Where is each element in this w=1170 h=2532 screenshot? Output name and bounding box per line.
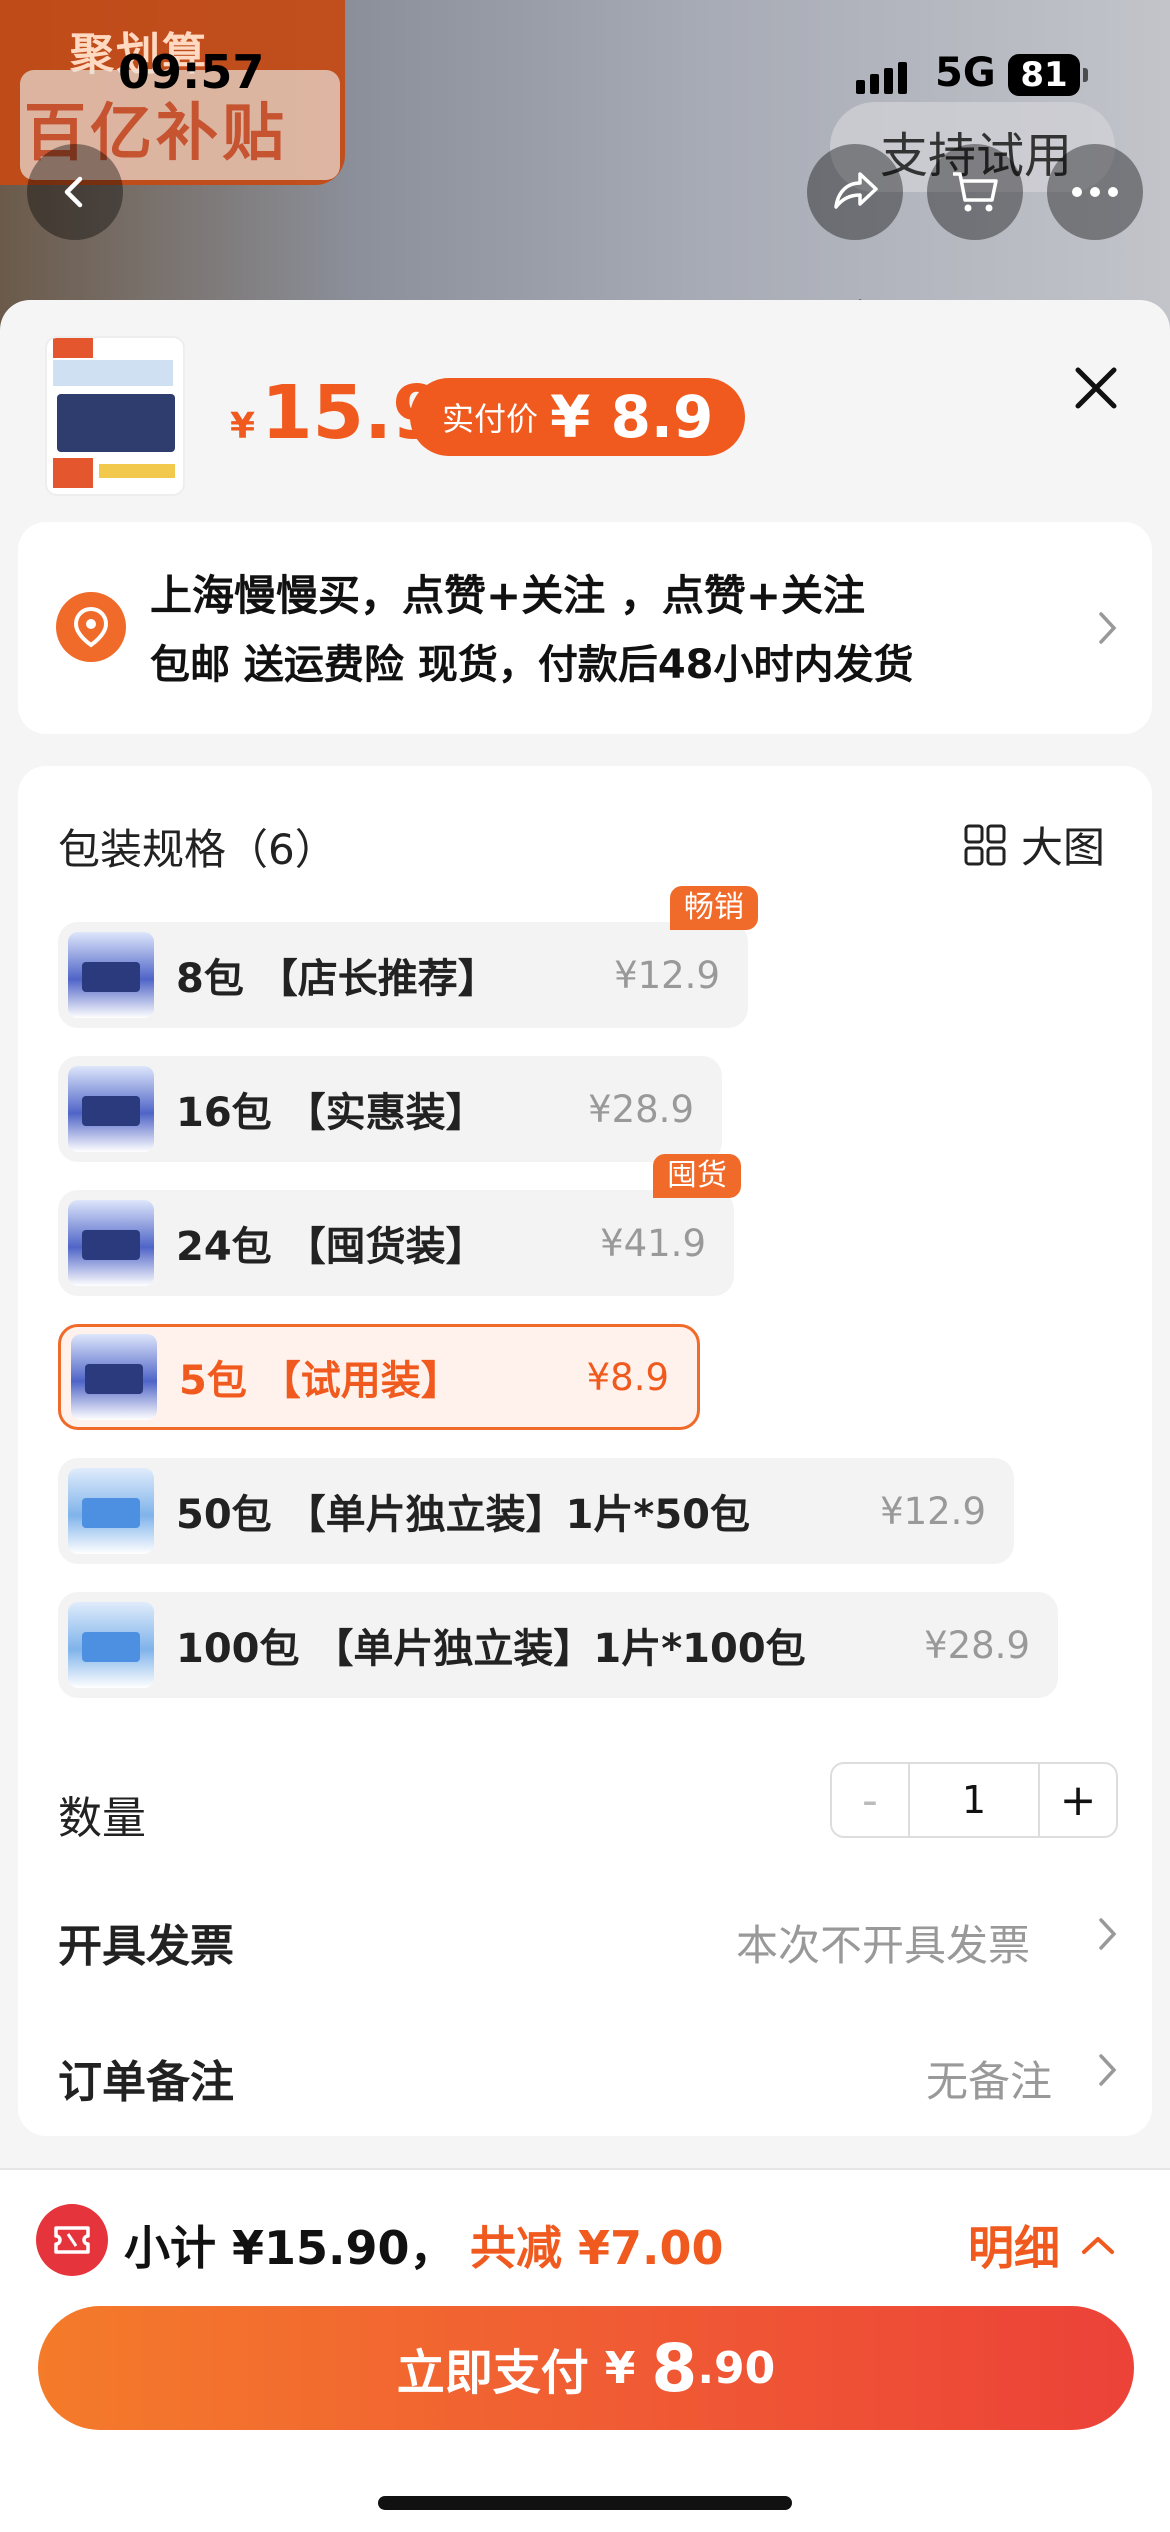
actual-price-label: 实付价: [442, 400, 539, 438]
close-icon[interactable]: [1068, 360, 1124, 416]
big-image-label: 大图: [1021, 823, 1106, 872]
invoice-value[interactable]: 本次不开具发票: [736, 1912, 1030, 1973]
spec-option-thumbnail: [68, 1066, 154, 1152]
spec-option-price: ¥28.9: [924, 1623, 1030, 1667]
remark-label: 订单备注: [58, 2057, 234, 2108]
cart-icon: [953, 172, 998, 212]
spec-option-price: ¥41.9: [600, 1221, 706, 1265]
share-button[interactable]: [807, 144, 903, 240]
spec-option[interactable]: 24包 【囤货装】 ¥41.9: [58, 1190, 734, 1296]
spec-option-selected[interactable]: 5包 【试用装】 ¥8.9: [58, 1324, 700, 1430]
spec-option-name: 50包 【单片独立装】1片*50包: [176, 1492, 751, 1538]
spec-option-thumbnail: [68, 1602, 154, 1688]
spec-option-name: 16包 【实惠装】: [176, 1090, 486, 1136]
chevron-left-icon: [64, 176, 83, 208]
spec-option-price: ¥28.9: [588, 1087, 694, 1131]
spec-option-price: ¥8.9: [586, 1355, 669, 1399]
chevron-right-icon: [1099, 612, 1117, 644]
location-pin-icon: [56, 592, 126, 662]
price-currency: ¥: [230, 406, 256, 447]
detail-label: 明细: [968, 2221, 1060, 2275]
spec-option-thumbnail: [68, 932, 154, 1018]
more-dots-icon: [1072, 187, 1118, 197]
quantity-label: 数量: [58, 1793, 146, 1844]
spec-option-price: ¥12.9: [614, 953, 720, 997]
chevron-right-icon[interactable]: [1096, 1914, 1120, 1954]
product-thumbnail[interactable]: [45, 336, 185, 496]
grid-icon: [964, 824, 1006, 865]
cart-button[interactable]: [927, 144, 1023, 240]
status-bar: 09:57 5G 81: [0, 0, 1170, 150]
spec-title: 包装规格（6）: [58, 825, 337, 874]
quantity-minus-button[interactable]: -: [832, 1764, 908, 1836]
detail-button[interactable]: 明细: [968, 2212, 1116, 2278]
pay-currency: ¥: [604, 2342, 636, 2394]
quantity-plus-button[interactable]: +: [1040, 1764, 1116, 1836]
big-image-button[interactable]: 大图: [963, 814, 1105, 875]
spec-option-name: 24包 【囤货装】: [176, 1224, 486, 1270]
chevron-right-icon[interactable]: [1096, 2050, 1120, 2090]
checkout-bar: 小计 ¥15.90， 共减 ¥7.00 明细 立即支付 ¥ 8 .90: [0, 2168, 1170, 2532]
address-line: 上海慢慢买，点赞+关注 ，点赞+关注: [150, 571, 866, 620]
remark-value[interactable]: 无备注: [926, 2048, 1052, 2109]
spec-option-price: ¥12.9: [880, 1489, 986, 1533]
quantity-value[interactable]: 1: [908, 1764, 1040, 1836]
home-indicator: [378, 2496, 792, 2510]
back-button[interactable]: [27, 144, 123, 240]
actual-price-badge: 实付价 ¥ 8.9: [410, 378, 746, 456]
more-button[interactable]: [1047, 144, 1143, 240]
shipping-info: 包邮 送运费险 现货，付款后48小时内发货: [150, 642, 914, 688]
signal-icon: [856, 62, 907, 94]
pay-now-label: 立即支付: [396, 2345, 589, 2401]
spec-card: 包装规格（6） 大图 8包 【店长推荐】 ¥12.9 畅销 16包 【实惠装】 …: [18, 766, 1152, 2136]
address-card[interactable]: 上海慢慢买，点赞+关注 ，点赞+关注 包邮 送运费险 现货，付款后48小时内发货: [18, 522, 1152, 734]
spec-option[interactable]: 16包 【实惠装】 ¥28.9: [58, 1056, 722, 1162]
coupon-icon: [36, 2204, 108, 2276]
bestseller-tag: 畅销: [670, 886, 758, 930]
spec-option-thumbnail: [68, 1200, 154, 1286]
spec-option-name: 5包 【试用装】: [179, 1358, 461, 1404]
invoice-label: 开具发票: [58, 1921, 234, 1972]
chevron-up-icon: [1082, 2237, 1114, 2254]
spec-option-name: 100包 【单片独立装】1片*100包: [176, 1626, 806, 1672]
quantity-stepper: - 1 +: [830, 1762, 1118, 1838]
network-label: 5G: [935, 50, 996, 96]
battery-icon: 81: [1008, 54, 1088, 96]
share-icon: [834, 172, 878, 209]
spec-option-name: 8包 【店长推荐】: [176, 956, 498, 1002]
pay-now-button[interactable]: 立即支付 ¥ 8 .90: [38, 2306, 1134, 2430]
discount-text: 共减 ¥7.00: [470, 2221, 724, 2275]
status-time: 09:57: [118, 45, 265, 99]
spec-option[interactable]: 100包 【单片独立装】1片*100包 ¥28.9: [58, 1592, 1058, 1698]
pay-amount-decimal: .90: [697, 2342, 776, 2394]
pay-amount-integer: 8: [651, 2329, 698, 2407]
stockup-tag: 囤货: [653, 1154, 741, 1198]
subtotal-text: 小计 ¥15.90，: [124, 2221, 456, 2275]
spec-option[interactable]: 8包 【店长推荐】 ¥12.9: [58, 922, 748, 1028]
spec-option-thumbnail: [71, 1334, 157, 1420]
spec-option-thumbnail: [68, 1468, 154, 1554]
spec-option[interactable]: 50包 【单片独立装】1片*50包 ¥12.9: [58, 1458, 1014, 1564]
actual-price-value: ¥ 8.9: [550, 383, 714, 451]
